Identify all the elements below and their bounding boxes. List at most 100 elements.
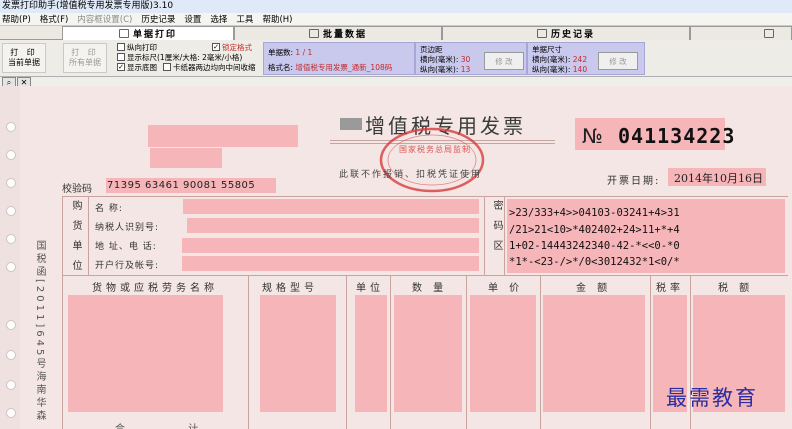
button-label: 打 印	[71, 48, 99, 57]
buyer-address-label: 地 址、电 话:	[95, 242, 157, 252]
buyer-bank-label: 开户行及帐号:	[95, 261, 160, 271]
settings-icon	[764, 29, 774, 38]
column-divider	[248, 276, 249, 429]
col-header-goods: 货物或应税劳务名称	[92, 283, 218, 294]
cipher-line: 1+02-14443242340-42-*<<0-*0	[509, 240, 680, 252]
menu-bar: 帮助(P) 格式(F) 内容框设置(C) 历史记录 设置 选择 工具 帮助(H)	[0, 13, 792, 26]
cipher-line: >23/333+4>>04103-03241+4>31	[509, 207, 680, 219]
margin-h-label: 横向(毫米):	[420, 55, 459, 64]
col-header-qty: 数 量	[412, 283, 448, 294]
lock-format-checkbox[interactable]: ✓ 锁定格式	[212, 42, 252, 52]
menu-item-help[interactable]: 帮助(H)	[262, 13, 292, 25]
size-panel: 单据尺寸 横向(毫米): 242 纵向(毫米): 140 修 改	[527, 42, 645, 75]
button-label: 修 改	[495, 56, 513, 66]
menu-item-settings[interactable]: 设置	[184, 13, 201, 25]
print-current-button[interactable]: 打 印 当前单据	[2, 43, 46, 73]
print-icon	[118, 29, 129, 38]
margin-v-value: 13	[460, 65, 471, 74]
tractor-hole	[6, 320, 16, 330]
buyer-name-field[interactable]	[183, 199, 479, 214]
tractor-hole	[6, 122, 16, 132]
tractor-hole	[6, 408, 16, 418]
amount-column-area[interactable]	[543, 295, 645, 412]
form-side-text: 国税函[2011]645号海南华森	[34, 240, 45, 424]
tab-label: 单据打印	[132, 30, 177, 40]
tractor-hole	[6, 206, 16, 216]
fill-area[interactable]	[150, 148, 222, 168]
count-value: 1 / 1	[295, 48, 313, 57]
spec-column-area[interactable]	[260, 295, 336, 412]
tab-batch-data[interactable]: 批量数据	[234, 26, 442, 40]
unit-column-area[interactable]	[355, 295, 387, 412]
table-border	[62, 196, 788, 197]
margin-edit-button[interactable]: 修 改	[484, 52, 524, 70]
tab-label: 批量数据	[322, 30, 367, 40]
print-toolbar: 打 印 当前单据 打 印 所有单据 纵向打印 显示标尺(1厘米/大格: 2毫米/…	[0, 40, 792, 77]
menu-item-select[interactable]: 选择	[210, 13, 227, 25]
buyer-bank-field[interactable]	[182, 256, 479, 271]
tractor-hole	[6, 380, 16, 390]
menu-item-format[interactable]: 格式(F)	[40, 13, 69, 25]
margin-h-value: 30	[460, 55, 471, 64]
menu-item-content-box[interactable]: 内容框设置(C)	[77, 13, 132, 25]
menu-item-history[interactable]: 历史记录	[141, 13, 175, 25]
check-code-label: 校验码	[62, 184, 92, 195]
tab-more[interactable]	[690, 26, 792, 40]
menu-item-tools[interactable]: 工具	[236, 13, 253, 25]
col-header-taxrate: 税率	[656, 283, 684, 294]
column-divider	[346, 276, 347, 429]
check-code-value: 71395 63461 90081 55805	[107, 180, 256, 191]
tractor-strip	[0, 86, 20, 429]
checkbox-label: 锁定格式	[222, 42, 252, 52]
print-all-button[interactable]: 打 印 所有单据	[63, 43, 107, 73]
redacted-region	[340, 118, 362, 130]
invoice-no-value: 041134223	[618, 124, 736, 148]
buyer-address-field[interactable]	[182, 238, 479, 253]
col-header-price: 单 价	[488, 283, 524, 294]
size-v-label: 纵向(毫米):	[532, 65, 571, 74]
checkmark-icon: ✓	[117, 63, 125, 71]
buyer-taxid-field[interactable]	[187, 218, 479, 233]
col-header-unit: 单位	[356, 283, 384, 294]
size-edit-button[interactable]: 修 改	[598, 52, 638, 70]
window-title: 发票打印助手(增值税专用发票专用版)3.10	[0, 0, 792, 13]
table-border	[484, 196, 485, 276]
tractor-hole	[6, 350, 16, 360]
total-label: 合 计	[115, 420, 228, 429]
goods-column-area[interactable]	[68, 295, 223, 412]
margin-v-label: 纵向(毫米):	[420, 65, 459, 74]
checkbox-label: 显示底图	[127, 62, 157, 72]
button-label: 当前单据	[8, 58, 40, 67]
tractor-hole	[6, 178, 16, 188]
size-h-value: 242	[572, 55, 588, 64]
table-border	[62, 196, 63, 429]
date-label: 开票日期:	[607, 176, 661, 187]
show-background-checkbox[interactable]: ✓ 显示底图 卡纸器两边均向中间收缩	[117, 62, 265, 72]
tab-document-print[interactable]: 单据打印	[62, 26, 234, 40]
tab-label: 历史记录	[550, 30, 595, 40]
show-ruler-checkbox[interactable]: 显示标尺(1厘米/大格: 2毫米/小格)	[117, 52, 265, 62]
buyer-name-label: 名 称:	[95, 204, 123, 214]
column-divider	[650, 276, 651, 429]
margin-panel: 页边距 横向(毫米): 30 纵向(毫米): 13 修 改	[415, 42, 527, 75]
table-border	[88, 196, 89, 276]
stamp-text: 国家税务总局监制	[399, 145, 471, 154]
col-header-spec: 规格型号	[262, 283, 318, 294]
invoice-no-label: №	[582, 124, 603, 148]
price-column-area[interactable]	[470, 295, 536, 412]
checkmark-icon: ✓	[212, 43, 220, 51]
tab-bar: 单据打印 批量数据 历史记录	[0, 26, 792, 40]
col-header-tax: 税 额	[718, 283, 754, 294]
buyer-vertical-label: 购货单位	[70, 200, 81, 280]
col-header-amount: 金 额	[576, 283, 612, 294]
tab-history[interactable]: 历史记录	[442, 26, 690, 40]
menu-item-help-p[interactable]: 帮助(P)	[2, 13, 31, 25]
qty-column-area[interactable]	[394, 295, 462, 412]
format-value: 增值税专用发票_通新_108码	[295, 63, 393, 72]
card-pos-checkbox-box[interactable]	[163, 63, 171, 71]
watermark-text: 最需教育	[666, 386, 758, 410]
format-label: 格式名:	[268, 63, 294, 72]
buyer-taxid-label: 纳税人识别号:	[95, 223, 160, 233]
checkbox-box	[117, 53, 125, 61]
fill-area[interactable]	[148, 125, 298, 147]
